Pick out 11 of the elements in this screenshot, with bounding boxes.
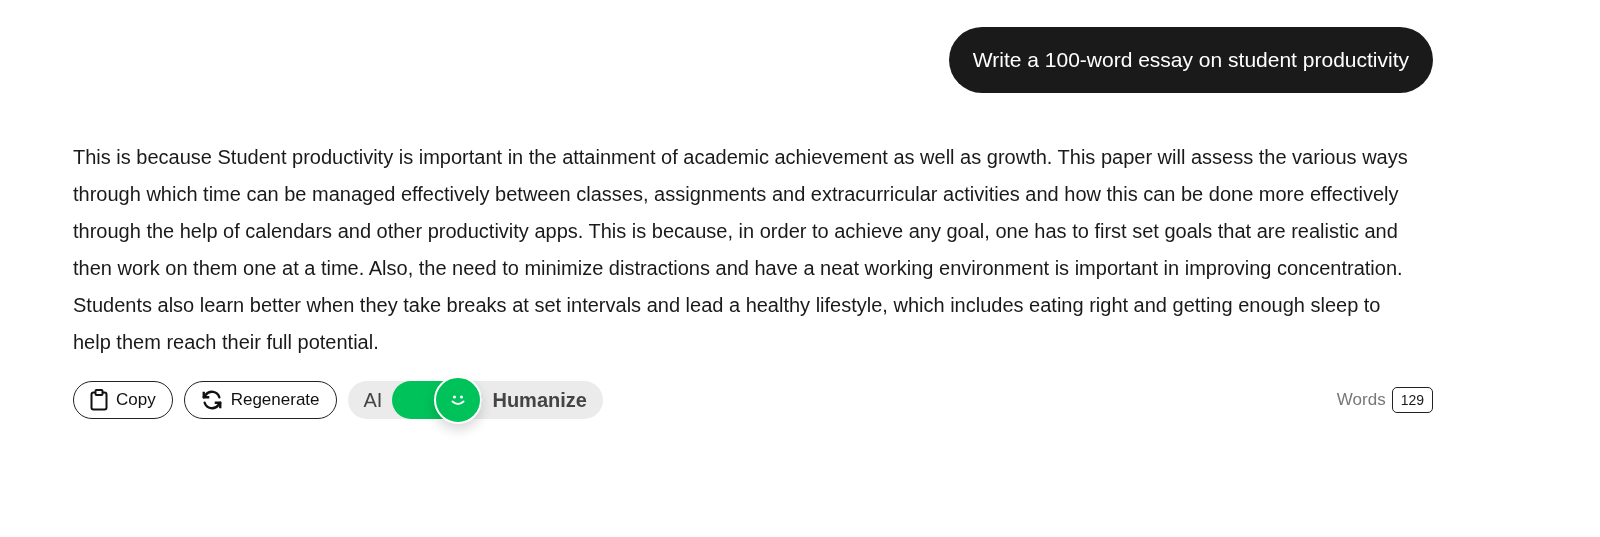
ai-label: AI	[363, 388, 383, 412]
regenerate-button[interactable]: Regenerate	[183, 381, 337, 419]
refresh-icon	[200, 389, 223, 411]
word-count-label: Words	[1336, 390, 1386, 410]
smiley-icon	[434, 376, 483, 424]
copy-button[interactable]: Copy	[73, 381, 173, 419]
humanize-label: Humanize	[492, 388, 587, 412]
clipboard-icon	[90, 389, 108, 411]
word-count: 129	[1391, 387, 1433, 413]
response-text: This is because Student productivity is important in the attainment of academic achievement as well as growth. This paper will assess the various ways through which time can be managed effectively between classes, assignments and extracurricular activities and how this can be done more effectively through the help of calendars and other productivity apps. This is because, in order to achieve any goal, one has to first set goals that are realistic and then work on them one at a time. Also, the need to minimize distractions and have a neat working environment is important in improving concentration. Students also learn better when they take breaks at set intervals and lead a healthy lifestyle, which includes eating right and getting enough sleep to help them reach their full potential.	[73, 145, 1409, 355]
prompt-bubble: Write a 100-word essay on student productivity	[948, 27, 1433, 93]
